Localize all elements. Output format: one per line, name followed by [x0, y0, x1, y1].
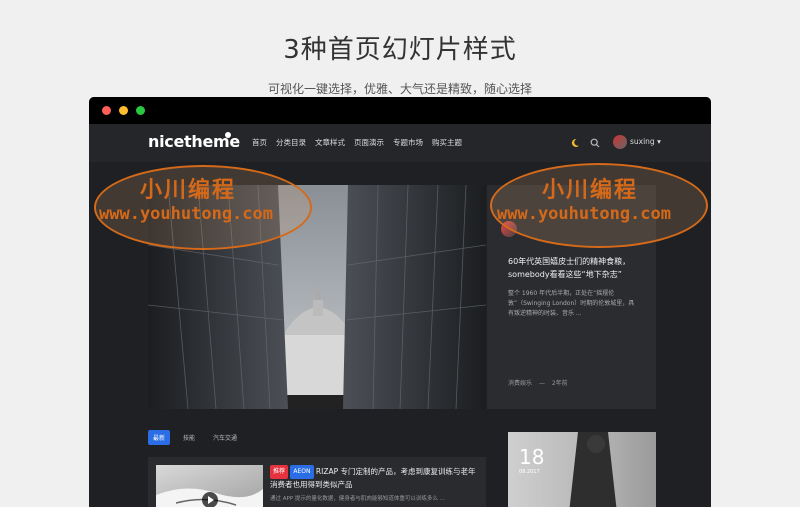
- featured-title[interactable]: 60年代英国嬉皮士们的精神食粮，somebody看看这些“地下杂志”: [508, 255, 638, 281]
- watermark-text-left: 小川编程: [140, 178, 237, 203]
- nav-item-categories[interactable]: 分类目录: [276, 137, 306, 148]
- article-title[interactable]: 推荐 AEON RIZAP 专门定制的产品，考虑到康复训练与老年消费者也用得到类…: [270, 465, 478, 491]
- logo-dot-icon: [225, 132, 231, 138]
- tab-latest[interactable]: 最新: [148, 430, 171, 445]
- tag-badge[interactable]: AEON: [290, 465, 314, 479]
- window-titlebar: [89, 97, 711, 124]
- play-icon[interactable]: [202, 492, 218, 507]
- featured-time: 2年前: [551, 380, 568, 387]
- article-tabs: 最新 技能 汽车交通: [148, 430, 242, 445]
- watermark-url-left: www.youhutong.com: [99, 204, 273, 224]
- main-nav: 首页 分类目录 文章样式 页面演示 专题市场 购买主题: [252, 137, 462, 148]
- nav-item-home[interactable]: 首页: [252, 137, 267, 148]
- nav-item-page-demo[interactable]: 页面演示: [354, 137, 384, 148]
- maximize-window-button[interactable]: [136, 106, 145, 115]
- page-heading: 3种首页幻灯片样式 可视化一键选择，优雅、大气还是精致，随心选择: [0, 0, 800, 97]
- page-subtitle: 可视化一键选择，优雅、大气还是精致，随心选择: [267, 82, 532, 96]
- article-thumbnail[interactable]: [156, 465, 263, 507]
- article-card[interactable]: 推荐 AEON RIZAP 专门定制的产品，考虑到康复训练与老年消费者也用得到类…: [148, 457, 486, 507]
- site-navbar: nicetheme 首页 分类目录 文章样式 页面演示 专题市场 购买主题 su…: [89, 124, 711, 162]
- promo-day: 18: [519, 445, 545, 469]
- featured-meta: 消费娱乐 — 2年前: [508, 380, 568, 387]
- tab-skills[interactable]: 技能: [178, 430, 200, 445]
- nav-item-buy-theme[interactable]: 购买主题: [432, 137, 462, 148]
- tab-auto[interactable]: 汽车交通: [208, 430, 242, 445]
- watermark-url-right: www.youhutong.com: [497, 204, 671, 224]
- page-title: 3种首页幻灯片样式: [283, 35, 517, 65]
- minimize-window-button[interactable]: [119, 106, 128, 115]
- browser-window: nicetheme 首页 分类目录 文章样式 页面演示 专题市场 购买主题 su…: [89, 97, 711, 507]
- close-window-button[interactable]: [102, 106, 111, 115]
- watermark-text-right: 小川编程: [542, 178, 639, 203]
- nav-item-article-styles[interactable]: 文章样式: [315, 137, 345, 148]
- featured-category[interactable]: 消费娱乐: [508, 380, 532, 387]
- dark-mode-moon-icon[interactable]: [570, 138, 580, 148]
- article-excerpt: 通过 APP 提示的量化数据，健身者与肌肉能够知道体重可以训练多么 ...: [270, 496, 445, 502]
- featured-excerpt: 整个 1960 年代后半期，正处在“摇摆伦敦”（Swinging London）…: [508, 290, 635, 317]
- nav-item-topic-market[interactable]: 专题市场: [393, 137, 423, 148]
- promo-image-card[interactable]: 18 08.2017: [508, 432, 656, 507]
- user-menu[interactable]: suxing ▾: [630, 137, 661, 146]
- search-icon[interactable]: [590, 138, 600, 148]
- promo-date: 08.2017: [519, 469, 540, 475]
- user-avatar[interactable]: [613, 135, 627, 149]
- recommended-badge: 推荐: [270, 465, 289, 479]
